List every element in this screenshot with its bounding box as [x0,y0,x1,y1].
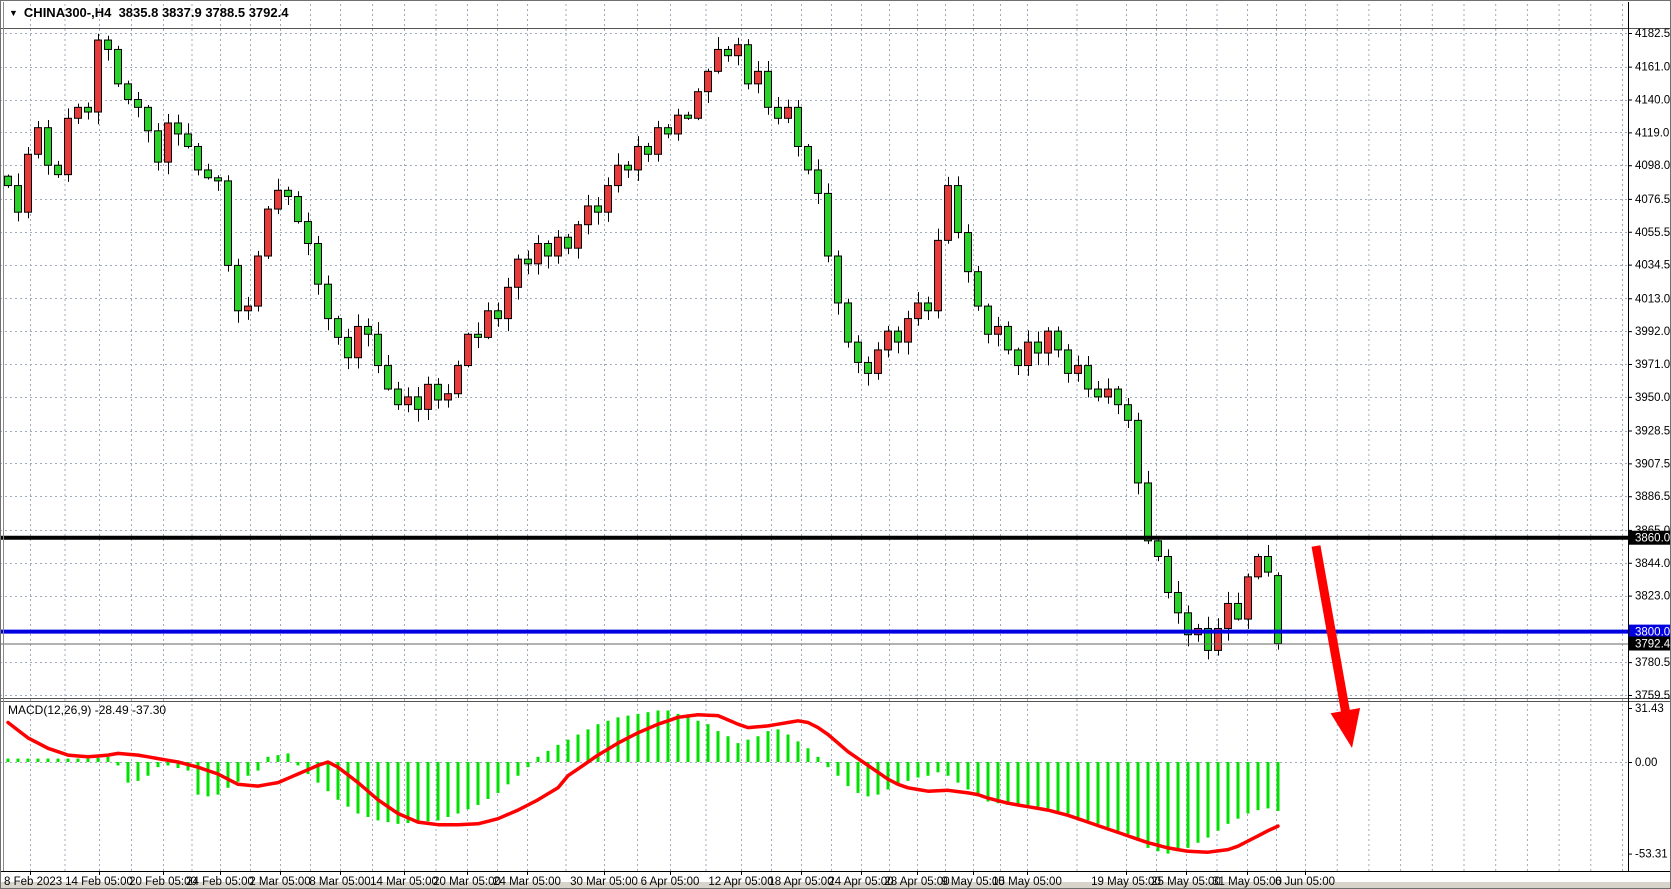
price-tick-label: 3886.5 [1635,491,1670,503]
price-tick-label: 3823.0 [1635,591,1670,603]
price-tick-label: 3907.5 [1635,458,1670,470]
price-tick-label: 3844.0 [1635,558,1670,570]
time-tick-label: 25 May 05:00 [1151,876,1221,888]
price-tick-label: 4140.0 [1635,95,1670,107]
mt4-chart-canvas[interactable]: 4182.5 4161.0 4140.0 4119.0 4098.0 4076.5 4055… [0,0,1671,889]
price-tick-label: 3950.0 [1635,392,1670,404]
price-badge-label: 3792.4 [1635,639,1671,651]
price-badge-label: 3860.0 [1635,533,1670,545]
time-tick-label: 8 Feb 2023 [4,876,62,888]
time-tick-label: 15 May 05:00 [992,876,1062,888]
time-tick-label: 31 May 05:00 [1212,876,1282,888]
price-tick-label: 4098.0 [1635,160,1670,172]
price-tick-label: 4161.0 [1635,62,1670,74]
time-tick-label: 8 Mar 05:00 [309,876,370,888]
price-tick-label: 4119.0 [1635,127,1669,139]
time-tick-label: 28 Apr 05:00 [884,876,949,888]
macd-tick-label: 31.43 [1635,703,1664,715]
time-tick-label: 12 Apr 05:00 [708,876,773,888]
time-tick-label: 24 Mar 05:00 [493,876,561,888]
time-tick-label: 2 Mar 05:00 [249,876,310,888]
time-tick-label: 6 Jun 05:00 [1275,876,1335,888]
macd-tick-label: 0.00 [1635,757,1657,769]
price-tick-label: 4055.5 [1635,227,1670,239]
time-tick-label: 24 Feb 05:00 [186,876,254,888]
time-tick-label: 6 Apr 05:00 [641,876,700,888]
price-tick-label: 3992.0 [1635,326,1670,338]
price-tick-label: 4182.5 [1635,28,1670,40]
price-tick-label: 3928.5 [1635,426,1670,438]
time-tick-label: 30 Mar 05:00 [570,876,638,888]
price-tick-label: 3971.0 [1635,359,1670,371]
price-tick-label: 3780.5 [1635,657,1670,669]
time-tick-label: 20 Mar 05:00 [433,876,501,888]
price-tick-label: 3759.5 [1635,690,1670,702]
time-tick-label: 14 Mar 05:00 [370,876,438,888]
time-tick-label: 14 Feb 05:00 [65,876,133,888]
price-tick-label: 4034.5 [1635,260,1670,272]
time-tick-label: 18 Apr 05:00 [768,876,833,888]
price-tick-label: 4076.5 [1635,194,1670,206]
price-tick-label: 4013.0 [1635,293,1670,305]
macd-tick-label: -53.31 [1635,849,1668,861]
